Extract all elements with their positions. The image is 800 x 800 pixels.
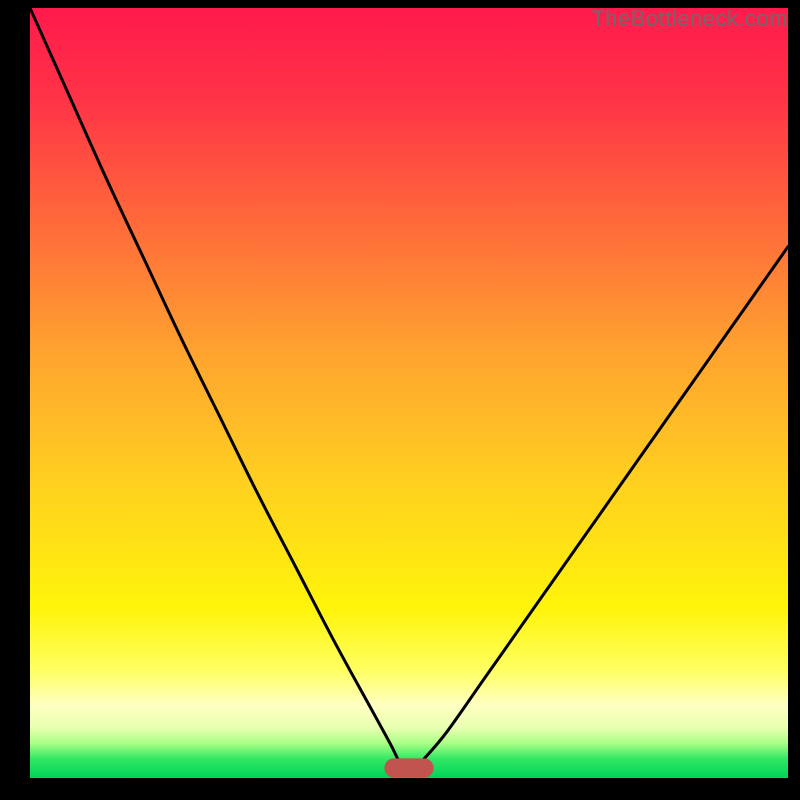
chart-frame: TheBottleneck.com	[0, 0, 800, 800]
plot-area	[30, 8, 788, 778]
optimum-marker	[384, 758, 433, 777]
watermark-text: TheBottleneck.com	[591, 6, 788, 32]
chart-svg	[30, 8, 788, 778]
gradient-background	[30, 8, 788, 778]
